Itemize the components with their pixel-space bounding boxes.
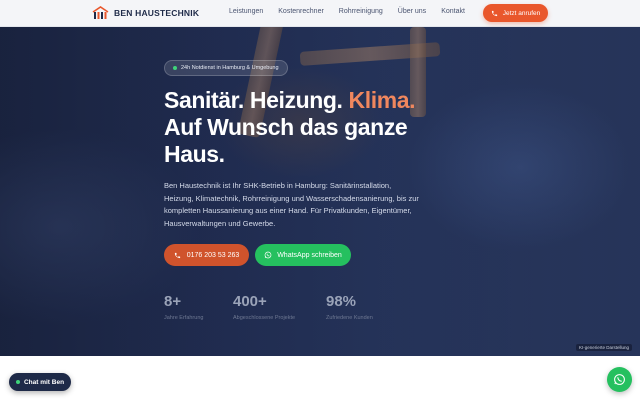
hero-lead-text: Ben Haustechnik ist Ihr SHK-Betrieb in H… (164, 181, 419, 228)
phone-icon (174, 252, 180, 258)
call-now-button[interactable]: Jetzt anrufen (483, 4, 548, 22)
whatsapp-float-button[interactable] (607, 367, 632, 392)
phone-call-button[interactable]: 0176 203 53 263 (164, 244, 249, 266)
badge-text: 24h Notdienst in Hamburg & Umgebung (181, 65, 279, 71)
whatsapp-label: WhatsApp schreiben (277, 251, 342, 259)
whatsapp-button[interactable]: WhatsApp schreiben (255, 244, 351, 266)
top-navigation: BEN HAUSTECHNIK Leistungen Kostenrechner… (0, 0, 640, 27)
stat-experience: 8+ Jahre Erfahrung (164, 293, 203, 321)
stat-value: 8+ (164, 293, 182, 310)
stat-satisfaction: 98% Zufriedene Kunden (326, 293, 373, 321)
headline-accent: Klima. (348, 87, 416, 113)
headline-part1: Sanitär. Heizung. (164, 87, 349, 113)
nav-links: Leistungen Kostenrechner Rohrreinigung Ü… (229, 8, 480, 15)
stat-projects: 400+ Abgeschlossene Projekte (233, 293, 295, 321)
nav-link-leistungen[interactable]: Leistungen (229, 8, 263, 15)
stat-label: Zufriedene Kunden (326, 315, 373, 321)
chat-label: Chat mit Ben (23, 378, 65, 386)
whatsapp-icon (614, 374, 625, 385)
house-pipes-logo-icon (92, 6, 109, 19)
brand-name: BEN HAUSTECHNIK (114, 8, 200, 18)
nav-link-kostenrechner[interactable]: Kostenrechner (278, 8, 324, 15)
stat-label: Jahre Erfahrung (164, 315, 204, 321)
stat-label: Abgeschlossene Projekte (233, 315, 296, 321)
phone-number-label: 0176 203 53 263 (186, 251, 240, 259)
phone-icon (491, 10, 497, 16)
chat-with-ben-button[interactable]: Chat mit Ben (9, 373, 71, 391)
nav-link-ueber-uns[interactable]: Über uns (398, 8, 426, 15)
hero-headline: Sanitär. Heizung. Klima. Auf Wunsch das g… (164, 87, 464, 168)
stat-value: 98% (326, 293, 357, 310)
status-dot (173, 66, 177, 70)
nav-link-kontakt[interactable]: Kontakt (441, 8, 465, 15)
whatsapp-icon (264, 251, 272, 259)
headline-part2: Auf Wunsch das ganze Haus. (164, 114, 408, 167)
emergency-badge: 24h Notdienst in Hamburg & Umgebung (164, 60, 288, 76)
stat-value: 400+ (233, 293, 267, 310)
nav-link-rohrreinigung[interactable]: Rohrreinigung (339, 8, 383, 15)
online-dot (15, 380, 20, 384)
ai-generated-note: KI-generierte Darstellung (575, 344, 632, 351)
brand-logo[interactable]: BEN HAUSTECHNIK (92, 6, 199, 20)
call-now-label: Jetzt anrufen (502, 9, 541, 17)
hero-section: 24h Notdienst in Hamburg & Umgebung Sani… (0, 27, 640, 356)
